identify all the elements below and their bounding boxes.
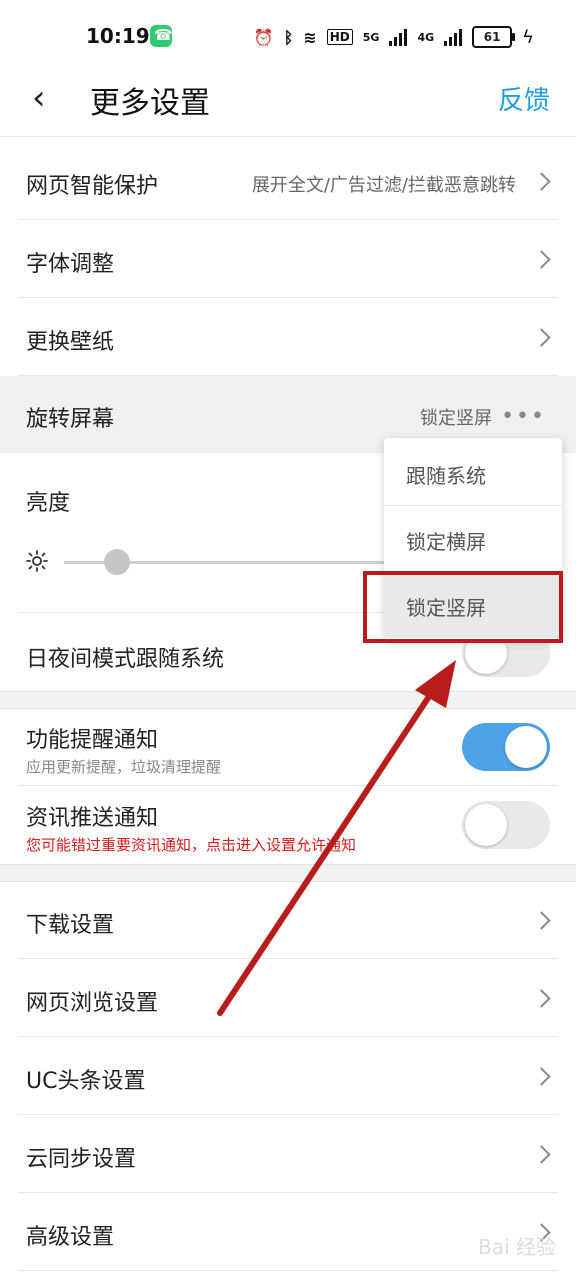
- chevron-right-icon: [532, 1067, 551, 1086]
- row-uc-headline-settings[interactable]: UC头条设置: [0, 1037, 576, 1115]
- row-subtitle-warning[interactable]: 您可能错过重要资讯通知，点击进入设置允许通知: [26, 834, 356, 855]
- more-dots-icon[interactable]: •••: [501, 404, 546, 429]
- feedback-button[interactable]: 反馈: [498, 80, 550, 117]
- page-title: 更多设置: [90, 86, 210, 121]
- row-font-adjust[interactable]: 字体调整: [0, 220, 576, 298]
- row-label: 日夜间模式跟随系统: [26, 647, 225, 672]
- row-subtitle: 应用更新提醒，垃圾清理提醒: [26, 758, 222, 776]
- status-time: 10:19: [86, 24, 150, 48]
- battery-icon: 61: [472, 26, 516, 48]
- status-bar: 10:19 ⏰ ᛒ ≋ HD 5G 4G 61 ϟ: [0, 0, 576, 72]
- chevron-right-icon: [532, 1145, 551, 1164]
- divider: [18, 1270, 558, 1271]
- menu-item-label: 锁定横屏: [406, 530, 486, 554]
- row-feature-notify[interactable]: 功能提醒通知 应用更新提醒，垃圾清理提醒: [0, 708, 576, 786]
- chevron-right-icon: [532, 172, 551, 191]
- feature-notify-toggle[interactable]: [462, 723, 550, 771]
- chevron-right-icon: [532, 250, 551, 269]
- signal-icon: [389, 28, 408, 46]
- row-value: 锁定竖屏: [420, 408, 492, 429]
- sun-icon: [26, 550, 48, 572]
- row-label: 网页浏览设置: [26, 991, 159, 1016]
- toggle-knob: [465, 804, 507, 846]
- status-icons: ⏰ ᛒ ≋ HD 5G 4G 61 ϟ: [254, 26, 534, 48]
- row-wallpaper[interactable]: 更换壁纸: [0, 298, 576, 376]
- header: ‹ 更多设置 反馈: [0, 72, 576, 137]
- alarm-icon: ⏰: [253, 27, 274, 47]
- row-label: 云同步设置: [26, 1147, 137, 1172]
- wifi-icon: ≋: [303, 27, 317, 47]
- row-label: UC头条设置: [26, 1069, 146, 1094]
- section-gap: [0, 691, 576, 709]
- phone-call-icon: [150, 25, 173, 47]
- menu-item-follow-system[interactable]: 跟随系统: [384, 440, 562, 506]
- chevron-right-icon: [532, 911, 551, 930]
- row-label: 亮度: [26, 491, 71, 516]
- row-label: 资讯推送通知: [26, 806, 159, 831]
- charging-icon: ϟ: [522, 26, 534, 48]
- bluetooth-icon: ᛒ: [283, 27, 294, 47]
- row-label: 高级设置: [26, 1225, 115, 1250]
- row-value: 展开全文/广告过滤/拦截恶意跳转: [251, 175, 516, 196]
- network-4g-label: 4G: [417, 30, 435, 44]
- row-label: 下载设置: [26, 913, 115, 938]
- row-label: 功能提醒通知: [26, 728, 159, 753]
- watermark: Bai 经验: [478, 1235, 556, 1259]
- row-browse-settings[interactable]: 网页浏览设置: [0, 959, 576, 1037]
- row-label: 网页智能保护: [26, 174, 159, 199]
- row-web-protection[interactable]: 网页智能保护 展开全文/广告过滤/拦截恶意跳转: [0, 142, 576, 220]
- brightness-slider-thumb[interactable]: [104, 549, 130, 575]
- back-icon[interactable]: ‹: [32, 78, 46, 118]
- row-download-settings[interactable]: 下载设置: [0, 881, 576, 959]
- section-gap: [0, 864, 576, 882]
- chevron-right-icon: [532, 989, 551, 1008]
- signal-icon-2: [444, 28, 463, 46]
- row-label: 字体调整: [26, 252, 115, 277]
- hd-icon: HD: [326, 29, 353, 45]
- toggle-knob: [505, 726, 547, 768]
- annotation-highlight-box: [363, 571, 563, 643]
- menu-item-lock-landscape[interactable]: 锁定横屏: [384, 506, 562, 572]
- menu-item-label: 跟随系统: [406, 464, 486, 488]
- row-label: 旋转屏幕: [26, 407, 115, 432]
- row-label: 更换壁纸: [26, 330, 115, 355]
- news-notify-toggle[interactable]: [462, 801, 550, 849]
- row-cloud-sync-settings[interactable]: 云同步设置: [0, 1115, 576, 1193]
- network-5g-label: 5G: [362, 30, 380, 44]
- chevron-right-icon: [532, 328, 551, 347]
- row-news-notify[interactable]: 资讯推送通知 您可能错过重要资讯通知，点击进入设置允许通知: [0, 786, 576, 864]
